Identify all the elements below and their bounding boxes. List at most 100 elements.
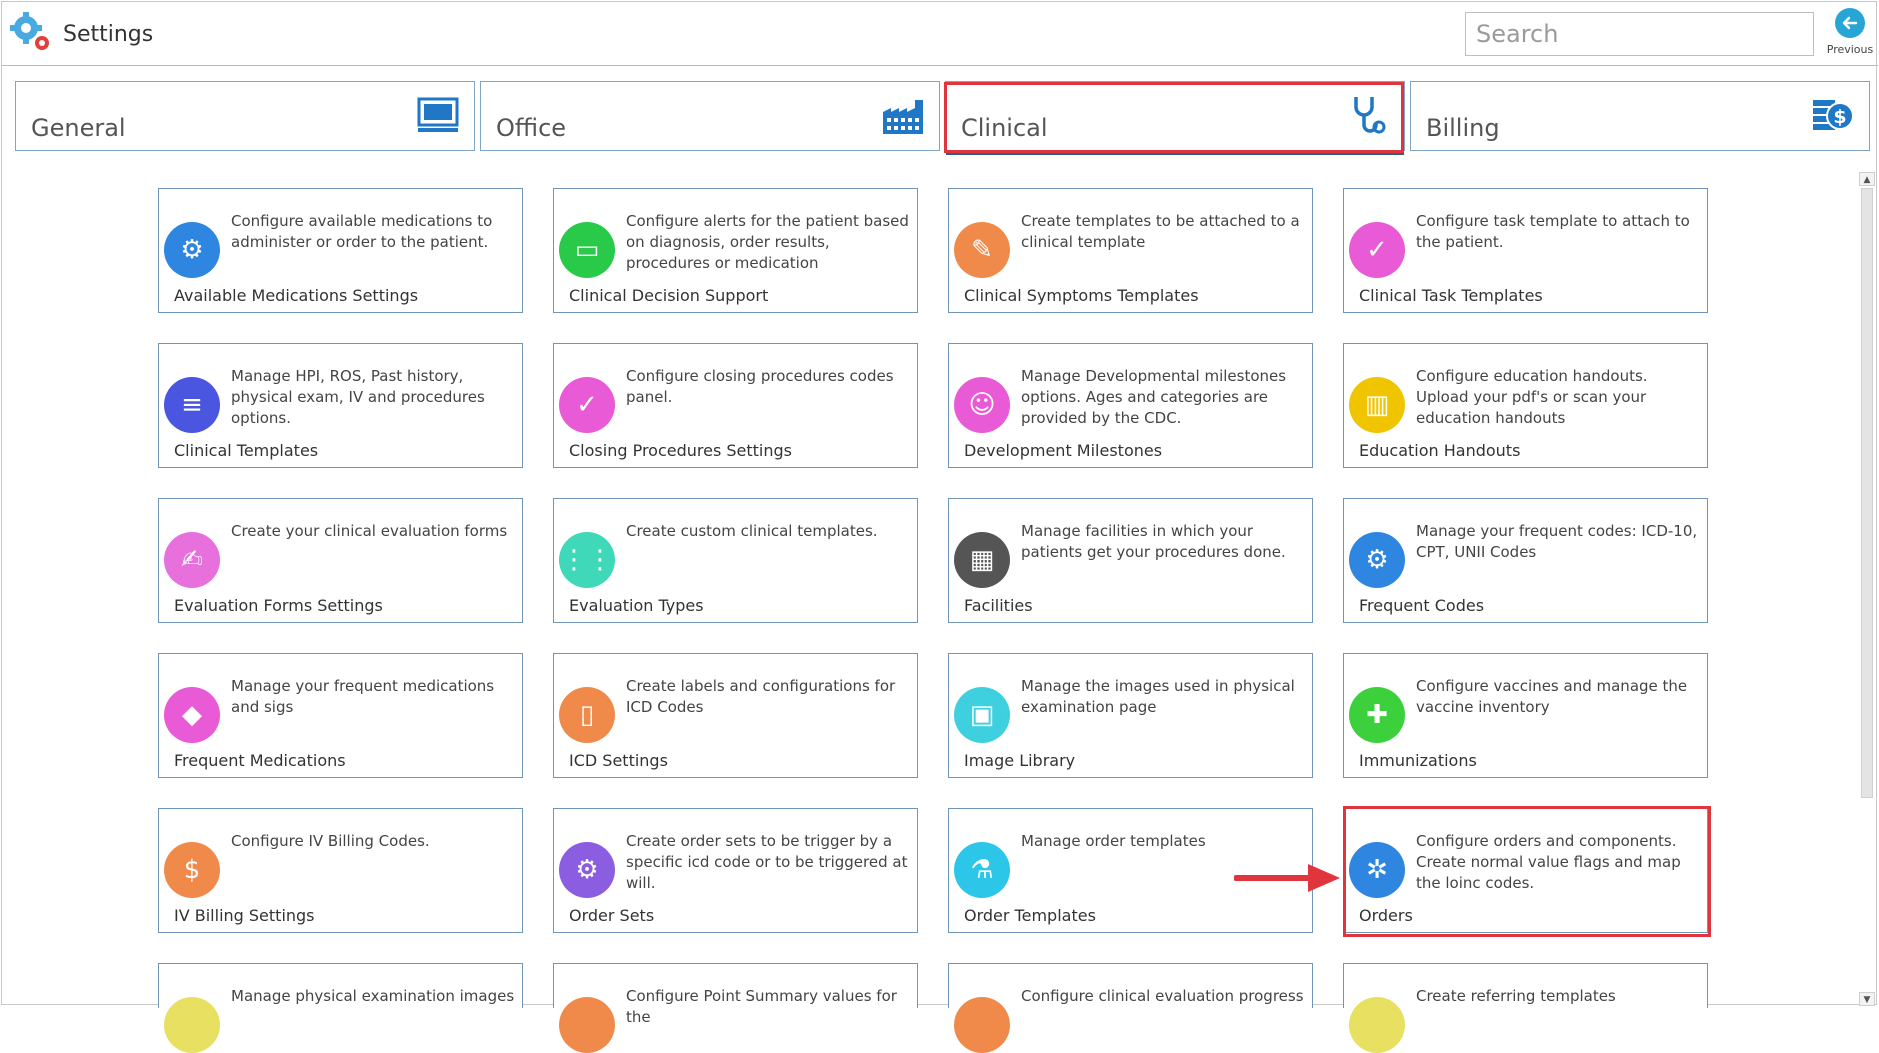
icon-glyph: ✚	[1366, 700, 1388, 730]
tab-label: Billing	[1426, 114, 1500, 142]
clipboard-check-icon: ✓	[559, 377, 615, 433]
icon-glyph: ▥	[1364, 390, 1390, 420]
card-description: Manage order templates	[1021, 832, 1206, 850]
settings-card[interactable]: ▦ Manage facilities in which your patient…	[948, 498, 1313, 623]
flask-icon: ⚗	[954, 842, 1010, 898]
image-folder-icon: ▣	[954, 687, 1010, 743]
icon-glyph: ◆	[182, 700, 202, 730]
card-title: Orders	[1359, 906, 1413, 925]
settings-card[interactable]: ✓ Configure task template to attach to th…	[1343, 188, 1708, 313]
card-title: Frequent Codes	[1359, 596, 1485, 615]
app-title: Settings	[63, 22, 154, 47]
card-description: Manage your frequent medications and sig…	[231, 677, 495, 716]
scroll-down-arrow-icon[interactable]: ▼	[1859, 992, 1875, 1006]
card-description: Configure vaccines and manage the vaccin…	[1416, 677, 1688, 716]
dollar-export-icon: $	[164, 842, 220, 898]
settings-card[interactable]: ⚙ Create order sets to be trigger by a sp…	[553, 808, 918, 933]
icon-glyph: ⚙	[180, 235, 204, 265]
settings-card[interactable]: Configure Point Summary values for the	[553, 963, 918, 1053]
settings-card[interactable]: ▥ Configure education handouts. Upload yo…	[1343, 343, 1708, 468]
card-title: Available Medications Settings	[174, 286, 419, 305]
settings-card[interactable]: ⚙ Configure available medications to admi…	[158, 188, 523, 313]
settings-card[interactable]: ⚙ Manage your frequent codes: ICD-10, CPT…	[1343, 498, 1708, 623]
card-title: Education Handouts	[1359, 441, 1521, 460]
settings-card[interactable]: ▯ Create labels and configurations for IC…	[553, 653, 918, 778]
settings-card[interactable]: ✲ Configure orders and components. Create…	[1343, 808, 1708, 933]
tab-general[interactable]: General	[15, 81, 475, 151]
facility-add-icon: ▦	[954, 532, 1010, 588]
icon-glyph: ⚙	[1365, 545, 1389, 575]
settings-card[interactable]: Configure clinical evaluation progress	[948, 963, 1313, 1053]
icon-glyph: ✎	[971, 235, 993, 265]
codes-settings-icon: ⚙	[1349, 532, 1405, 588]
grid-list-icon: ⋮⋮	[559, 532, 615, 588]
settings-card[interactable]: ▭ Configure alerts for the patient based …	[553, 188, 918, 313]
icon-glyph: ✲	[1366, 855, 1388, 885]
vertical-scrollbar[interactable]: ▲ ▼	[1859, 172, 1875, 1006]
tab-office[interactable]: Office	[480, 81, 940, 151]
settings-card[interactable]: ✎ Create templates to be attached to a cl…	[948, 188, 1313, 313]
icon-glyph: ✓	[576, 390, 598, 420]
icon-glyph: ⋮⋮	[561, 545, 613, 575]
card-description: Create templates to be attached to a cli…	[1021, 212, 1300, 251]
settings-card[interactable]: ✓ Configure closing procedures codes pane…	[553, 343, 918, 468]
back-arrow-icon	[1835, 8, 1865, 38]
document-settings-icon: ⚙	[559, 842, 615, 898]
scroll-up-arrow-icon[interactable]: ▲	[1859, 172, 1875, 186]
books-icon: ▥	[1349, 377, 1405, 433]
card-title: Frequent Medications	[174, 751, 346, 770]
card-description: Configure clinical evaluation progress	[1021, 987, 1304, 1005]
card-description: Configure task template to attach to the…	[1416, 212, 1690, 251]
card-title: Closing Procedures Settings	[569, 441, 793, 460]
svg-text:$: $	[1833, 106, 1846, 128]
card-description: Manage Developmental milestones options.…	[1021, 367, 1287, 427]
icon-glyph: ▣	[969, 700, 995, 730]
card-title: ICD Settings	[569, 751, 668, 770]
settings-card[interactable]: ⚗ Manage order templates Order Templates	[948, 808, 1313, 933]
previous-label: Previous	[1826, 43, 1874, 56]
icon-glyph: ▦	[969, 545, 995, 575]
search-input[interactable]	[1465, 12, 1814, 56]
tab-billing[interactable]: Billing $	[1410, 81, 1870, 151]
card-description: Manage physical examination images	[231, 987, 515, 1005]
card-description: Configure Point Summary values for the	[626, 987, 897, 1026]
icon-glyph: ✓	[1366, 235, 1388, 265]
settings-card[interactable]: ≡ Manage HPI, ROS, Past history, physical…	[158, 343, 523, 468]
list-icon: ≡	[164, 377, 220, 433]
card-title: Image Library	[964, 751, 1076, 770]
card-description: Create your clinical evaluation forms	[231, 522, 508, 540]
card-title: Development Milestones	[964, 441, 1163, 460]
microscope-icon: ✲	[1349, 842, 1405, 898]
baby-icon: ☺	[954, 377, 1010, 433]
tab-label: Office	[496, 114, 567, 142]
settings-card[interactable]: ▣ Manage the images used in physical exam…	[948, 653, 1313, 778]
tab-clinical[interactable]: Clinical	[945, 81, 1405, 155]
medication-settings-icon: ⚙	[164, 222, 220, 278]
pill-icon: ◆	[164, 687, 220, 743]
settings-card[interactable]: ✚ Configure vaccines and manage the vacci…	[1343, 653, 1708, 778]
settings-card[interactable]: Manage physical examination images	[158, 963, 523, 1053]
building-icon	[883, 100, 923, 134]
card-description: Manage HPI, ROS, Past history, physical …	[231, 367, 485, 427]
scroll-thumb[interactable]	[1861, 188, 1873, 798]
settings-card[interactable]: ✍ Create your clinical evaluation forms Ev…	[158, 498, 523, 623]
card-title: Clinical Symptoms Templates	[964, 286, 1199, 305]
card-description: Create labels and configurations for ICD…	[626, 677, 896, 716]
settings-window: Settings Previous General Office Clini	[1, 1, 1878, 1053]
settings-card[interactable]: ☺ Manage Developmental milestones options…	[948, 343, 1313, 468]
card-title: Order Sets	[569, 906, 655, 925]
settings-card[interactable]: Create referring templates	[1343, 963, 1708, 1053]
card-description: Manage facilities in which your patients…	[1021, 522, 1286, 561]
settings-card[interactable]: ◆ Manage your frequent medications and si…	[158, 653, 523, 778]
icon-glyph: ▭	[574, 235, 600, 265]
card-description: Configure orders and components. Create …	[1416, 832, 1681, 892]
laptop-icon: ▭	[559, 222, 615, 278]
settings-card[interactable]: $ Configure IV Billing Codes. IV Billing S…	[158, 808, 523, 933]
card-description: Configure closing procedures codes panel…	[626, 367, 894, 406]
clipboard-icon: ▯	[559, 687, 615, 743]
settings-gears-icon	[10, 12, 49, 50]
previous-button[interactable]: Previous	[1822, 8, 1878, 62]
card-title: Evaluation Types	[569, 596, 704, 615]
card-description: Configure education handouts. Upload you…	[1416, 367, 1648, 427]
settings-card[interactable]: ⋮⋮ Create custom clinical templates. Evalu…	[553, 498, 918, 623]
